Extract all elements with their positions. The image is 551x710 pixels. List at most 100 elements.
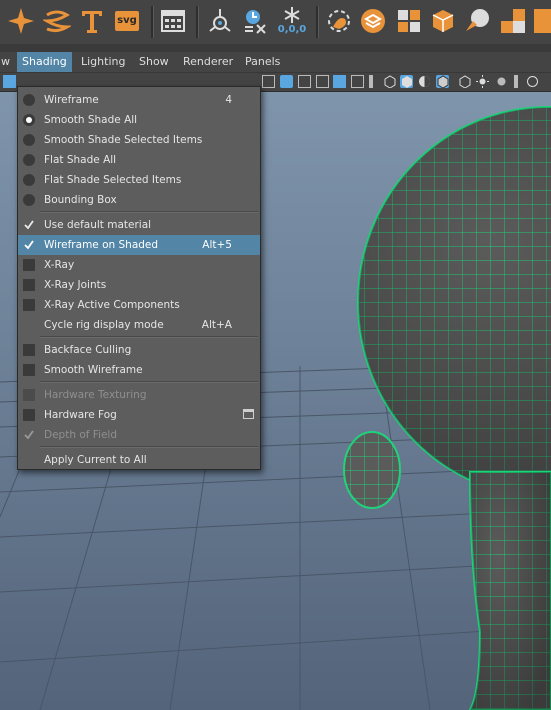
menu-item-label: Flat Shade Selected Items [44,174,182,186]
shadows-icon[interactable] [495,75,508,88]
menu-item-backface-culling[interactable]: Backface Culling [18,340,260,360]
image-plane-icon[interactable] [262,75,275,88]
checkmark-icon [23,239,35,251]
wireframe-cube-icon[interactable] [383,75,396,89]
menu-item-use-default-material[interactable]: Use default material [18,215,260,235]
menu-item-wireframe-on-shaded[interactable]: Wireframe on Shaded Alt+5 [18,235,260,255]
head-mesh [343,106,551,710]
uv-tiles-icon[interactable] [498,6,528,36]
star-tool-icon[interactable] [6,6,36,36]
menu-item-label: Hardware Fog [44,409,117,421]
curve-spiral-icon[interactable] [42,6,72,36]
clock-x-icon[interactable] [240,6,270,36]
pivot-icon[interactable] [205,6,235,36]
menu-item-shortcut: Alt+A [201,319,232,331]
menu-item-cycle-rig-display[interactable]: Cycle rig display mode Alt+A [18,315,260,335]
menu-shading[interactable]: Shading [17,52,72,72]
safe-title-icon[interactable] [351,75,364,88]
shelf-tab-strip [0,44,551,52]
overflow-icon[interactable] [534,6,551,36]
menu-item-depth-of-field: Depth of Field [18,425,260,445]
wireframe-on-shaded-icon[interactable] [436,75,449,89]
checkbox-icon [23,364,35,376]
menu-item-bounding-box[interactable]: Bounding Box [18,190,260,210]
menu-divider [40,211,258,213]
option-box-icon[interactable] [243,409,254,419]
shading-menu: Wireframe 4 Smooth Shade All Smooth Shad… [17,86,261,470]
layers-icon[interactable] [358,6,388,36]
menu-item-label: X-Ray Active Components [44,299,180,311]
menu-item-smooth-shade-all[interactable]: Smooth Shade All [18,110,260,130]
quad-split-icon[interactable] [394,6,424,36]
panel-menubar: w Shading Lighting Show Renderer Panels [0,52,551,73]
lights-icon[interactable] [476,75,489,88]
checkbox-icon [23,299,35,311]
textured-icon[interactable] [458,75,471,89]
menu-item-smooth-shade-selected[interactable]: Smooth Shade Selected Items [18,130,260,150]
menu-item-hardware-fog[interactable]: Hardware Fog [18,405,260,425]
menu-item-label: Cycle rig display mode [44,319,164,331]
menu-item-label: Flat Shade All [44,154,117,166]
menu-item-apply-current-to-all[interactable]: Apply Current to All [18,450,260,470]
checkbox-icon [23,259,35,271]
menu-item-flat-shade-all[interactable]: Flat Shade All [18,150,260,170]
default-material-icon[interactable] [418,75,431,88]
cube-paint-icon[interactable] [428,6,458,36]
checkbox-icon [23,409,35,421]
menu-divider [40,446,258,448]
shelf-separator [151,6,154,38]
camera-icon[interactable] [3,75,16,88]
menu-item-x-ray-joints[interactable]: X-Ray Joints [18,275,260,295]
menu-item-label: Use default material [44,219,152,231]
menu-item-x-ray[interactable]: X-Ray [18,255,260,275]
menu-item-smooth-wireframe[interactable]: Smooth Wireframe [18,360,260,380]
checkmark-icon [23,219,35,231]
menu-item-x-ray-active-components[interactable]: X-Ray Active Components [18,295,260,315]
radio-icon [23,154,35,166]
radio-icon [23,94,35,106]
menu-item-label: X-Ray Joints [44,279,107,291]
safe-action-icon[interactable] [333,75,346,88]
smooth-shade-icon[interactable] [400,75,413,88]
menu-panels[interactable]: Panels [240,52,285,72]
checkbox-icon [23,279,35,291]
shelf: svg 0,0,0 [0,0,551,45]
grid-display-icon[interactable] [158,6,188,36]
reset-label: 0,0,0 [277,24,307,35]
checkbox-icon [23,389,35,401]
radio-selected-icon [23,114,35,126]
menu-item-shortcut: Alt+5 [202,239,232,251]
svg-tool-icon[interactable]: svg [112,6,142,36]
menu-item-label: Smooth Shade Selected Items [44,134,203,146]
menu-divider [40,336,258,338]
ambient-occlusion-icon[interactable] [526,75,539,88]
menu-renderer[interactable]: Renderer [178,52,238,72]
menu-item-hardware-texturing: Hardware Texturing [18,385,260,405]
checkbox-icon [23,344,35,356]
text-tool-icon[interactable] [77,6,107,36]
shelf-separator [316,6,319,38]
menu-item-label: Backface Culling [44,344,132,356]
menu-item-label: X-Ray [44,259,75,271]
menu-divider [40,381,258,383]
menu-view[interactable]: w [0,52,15,72]
menu-show[interactable]: Show [134,52,174,72]
menu-item-shortcut: 4 [225,94,232,106]
gate-mask-icon[interactable] [298,75,311,88]
resolution-gate-icon[interactable] [280,75,293,88]
menu-lighting[interactable]: Lighting [76,52,130,72]
menu-item-wireframe[interactable]: Wireframe 4 [18,90,260,110]
menu-item-label: Depth of Field [44,429,118,441]
toolbar-divider [514,75,518,88]
toolbar-divider [369,75,373,88]
lasso-icon[interactable] [324,6,354,36]
svg-label: svg [115,11,139,31]
radio-icon [23,134,35,146]
radio-icon [23,174,35,186]
menu-item-flat-shade-selected[interactable]: Flat Shade Selected Items [18,170,260,190]
snowflake-reset-icon[interactable]: 0,0,0 [275,6,309,36]
field-chart-icon[interactable] [316,75,329,88]
menu-item-label: Wireframe on Shaded [44,239,159,251]
paint-smear-icon[interactable] [462,6,492,36]
radio-icon [23,194,35,206]
